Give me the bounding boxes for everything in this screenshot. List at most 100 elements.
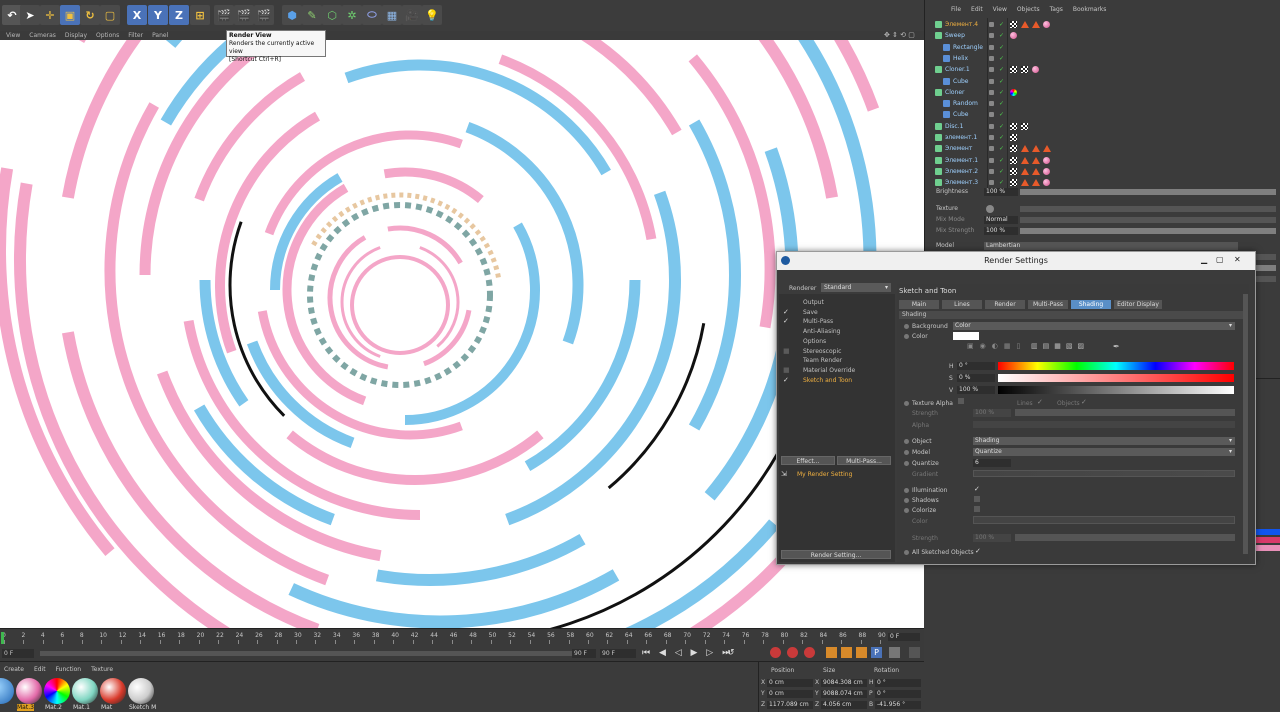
sketch-tag-icon[interactable] bbox=[1010, 145, 1017, 152]
shadows-anim-dot[interactable] bbox=[904, 498, 909, 503]
model-select[interactable]: Quantize▾ bbox=[973, 448, 1235, 456]
visibility-icon[interactable] bbox=[989, 67, 994, 72]
attribute-value[interactable]: Lambertian bbox=[984, 242, 1238, 250]
visibility-icon[interactable] bbox=[989, 79, 994, 84]
quantize-anim-dot[interactable] bbox=[904, 461, 909, 466]
playback-controls[interactable]: ⏮ ◀ ◁ ▶ ▷ ⏭ bbox=[642, 648, 733, 658]
hue-slider[interactable] bbox=[998, 362, 1234, 370]
color-anim-dot[interactable] bbox=[904, 334, 909, 339]
nav-checkbox[interactable]: ■ bbox=[783, 347, 790, 355]
light-icon[interactable]: 💡 bbox=[422, 5, 442, 25]
effect-button[interactable]: Effect... bbox=[781, 456, 835, 465]
obj-menu-edit[interactable]: Edit bbox=[971, 6, 983, 16]
lines-checkbox[interactable]: ✓ bbox=[1037, 398, 1043, 406]
color-picker-mode-icons[interactable]: ▣◉◐▦▯ bbox=[967, 342, 1026, 350]
coord-rotation-field[interactable]: 0 ° bbox=[875, 679, 921, 687]
keyframe-selection-icon[interactable] bbox=[804, 647, 815, 658]
tab-lines[interactable]: Lines bbox=[942, 300, 982, 309]
multipass-button[interactable]: Multi-Pass... bbox=[837, 456, 891, 465]
tab-shading[interactable]: Shading bbox=[1071, 300, 1111, 309]
visibility-icon[interactable] bbox=[989, 169, 994, 174]
menu-filter[interactable]: Filter bbox=[128, 32, 143, 39]
nav-item[interactable]: Save bbox=[803, 309, 818, 316]
attribute-row[interactable]: Mix ModeNormal bbox=[924, 215, 1280, 225]
material-tag-icon[interactable] bbox=[1032, 66, 1039, 73]
enabled-check-icon[interactable]: ✓ bbox=[999, 121, 1004, 132]
enabled-check-icon[interactable]: ✓ bbox=[999, 76, 1004, 87]
autokey-icon[interactable] bbox=[787, 647, 798, 658]
expand-icon[interactable]: ⇲ bbox=[781, 470, 787, 478]
shadows-checkbox[interactable] bbox=[974, 496, 980, 502]
nav-item[interactable]: Anti-Aliasing bbox=[803, 328, 840, 335]
visibility-icon[interactable] bbox=[989, 22, 994, 27]
attribute-row[interactable]: ModelLambertian bbox=[924, 241, 1280, 251]
material-ball[interactable] bbox=[16, 678, 42, 704]
illumination-anim-dot[interactable] bbox=[904, 488, 909, 493]
style-tag-icon[interactable] bbox=[1021, 179, 1029, 186]
coord-size-field[interactable]: 9084.308 cm bbox=[821, 679, 867, 687]
enabled-check-icon[interactable]: ✓ bbox=[999, 132, 1004, 143]
texture-alpha-anim-dot[interactable] bbox=[904, 401, 909, 406]
x-axis-button[interactable]: X bbox=[127, 5, 147, 25]
enabled-check-icon[interactable]: ✓ bbox=[999, 155, 1004, 166]
current-frame-field[interactable]: 0 F bbox=[888, 633, 920, 641]
loop-icon[interactable]: ↺ bbox=[727, 648, 735, 658]
all-sketched-anim-dot[interactable] bbox=[904, 550, 909, 555]
coord-size-field[interactable]: 9088.074 cm bbox=[821, 690, 867, 698]
enabled-check-icon[interactable]: ✓ bbox=[999, 166, 1004, 177]
mat-menu-function[interactable]: Function bbox=[56, 666, 82, 673]
rotate-icon[interactable]: ↻ bbox=[80, 5, 100, 25]
camera-icon[interactable]: 🎥 bbox=[402, 5, 422, 25]
material-tag-icon[interactable] bbox=[1043, 157, 1050, 164]
key-scale-icon[interactable] bbox=[841, 647, 852, 658]
cloner-icon[interactable]: ✲ bbox=[342, 5, 362, 25]
object-row[interactable]: Cloner✓ bbox=[925, 87, 1280, 98]
menu-options[interactable]: Options bbox=[96, 32, 119, 39]
material-ball-offscreen[interactable] bbox=[0, 678, 14, 704]
material-tag-icon[interactable] bbox=[1043, 168, 1050, 175]
visibility-icon[interactable] bbox=[989, 56, 994, 61]
style-tag-icon[interactable] bbox=[1032, 157, 1040, 164]
enabled-check-icon[interactable]: ✓ bbox=[999, 30, 1004, 41]
object-row[interactable]: Sweep✓ bbox=[925, 30, 1280, 41]
playhead[interactable] bbox=[1, 632, 4, 644]
coord-size-field[interactable]: 4.056 cm bbox=[821, 701, 867, 709]
nav-checkbox[interactable]: ✓ bbox=[783, 376, 789, 384]
nav-item[interactable]: Options bbox=[803, 338, 826, 345]
nav-checkbox[interactable]: ✓ bbox=[783, 308, 789, 316]
obj-menu-view[interactable]: View bbox=[993, 6, 1007, 16]
minimize-button[interactable]: ▁ bbox=[1201, 255, 1207, 264]
object-row[interactable]: Disc.1✓ bbox=[925, 121, 1280, 132]
coord-position-field[interactable]: 1177.089 cm bbox=[767, 701, 813, 709]
frame-range-slider[interactable] bbox=[40, 651, 580, 656]
obj-menu-file[interactable]: File bbox=[951, 6, 961, 16]
h-field[interactable]: 0 ° bbox=[957, 362, 995, 370]
end-frame-field[interactable]: 90 F bbox=[572, 649, 596, 658]
render-settings-icon[interactable]: 🎬 bbox=[254, 5, 274, 25]
style-tag-icon[interactable] bbox=[1021, 157, 1029, 164]
tab-render[interactable]: Render bbox=[985, 300, 1025, 309]
sketch-tag-icon[interactable] bbox=[1010, 21, 1017, 28]
render-view-icon[interactable]: 🎬 bbox=[214, 5, 234, 25]
renderer-select[interactable]: Standard▾ bbox=[821, 283, 891, 292]
colorize-checkbox[interactable] bbox=[974, 506, 980, 512]
menu-display[interactable]: Display bbox=[65, 32, 87, 39]
sketch-tag-icon[interactable] bbox=[1010, 134, 1017, 141]
record-icon[interactable] bbox=[770, 647, 781, 658]
object-row[interactable]: Cloner.1✓ bbox=[925, 64, 1280, 75]
objects-checkbox[interactable]: ✓ bbox=[1081, 398, 1087, 406]
y-axis-button[interactable]: Y bbox=[148, 5, 168, 25]
visibility-icon[interactable] bbox=[989, 135, 994, 140]
s-field[interactable]: 0 % bbox=[957, 374, 995, 382]
illumination-checkbox[interactable]: ✓ bbox=[974, 485, 980, 493]
strength-slider[interactable] bbox=[1015, 409, 1235, 416]
sketch-tag-icon[interactable] bbox=[1010, 66, 1017, 73]
subdivision-icon[interactable]: ⬡ bbox=[322, 5, 342, 25]
visibility-icon[interactable] bbox=[989, 112, 994, 117]
attribute-row[interactable]: Texture bbox=[924, 204, 1280, 214]
material-ball[interactable] bbox=[128, 678, 154, 704]
mat-menu-edit[interactable]: Edit bbox=[34, 666, 46, 673]
enabled-check-icon[interactable]: ✓ bbox=[999, 53, 1004, 64]
enabled-check-icon[interactable]: ✓ bbox=[999, 42, 1004, 53]
object-row[interactable]: Элемент.2✓ bbox=[925, 166, 1280, 177]
